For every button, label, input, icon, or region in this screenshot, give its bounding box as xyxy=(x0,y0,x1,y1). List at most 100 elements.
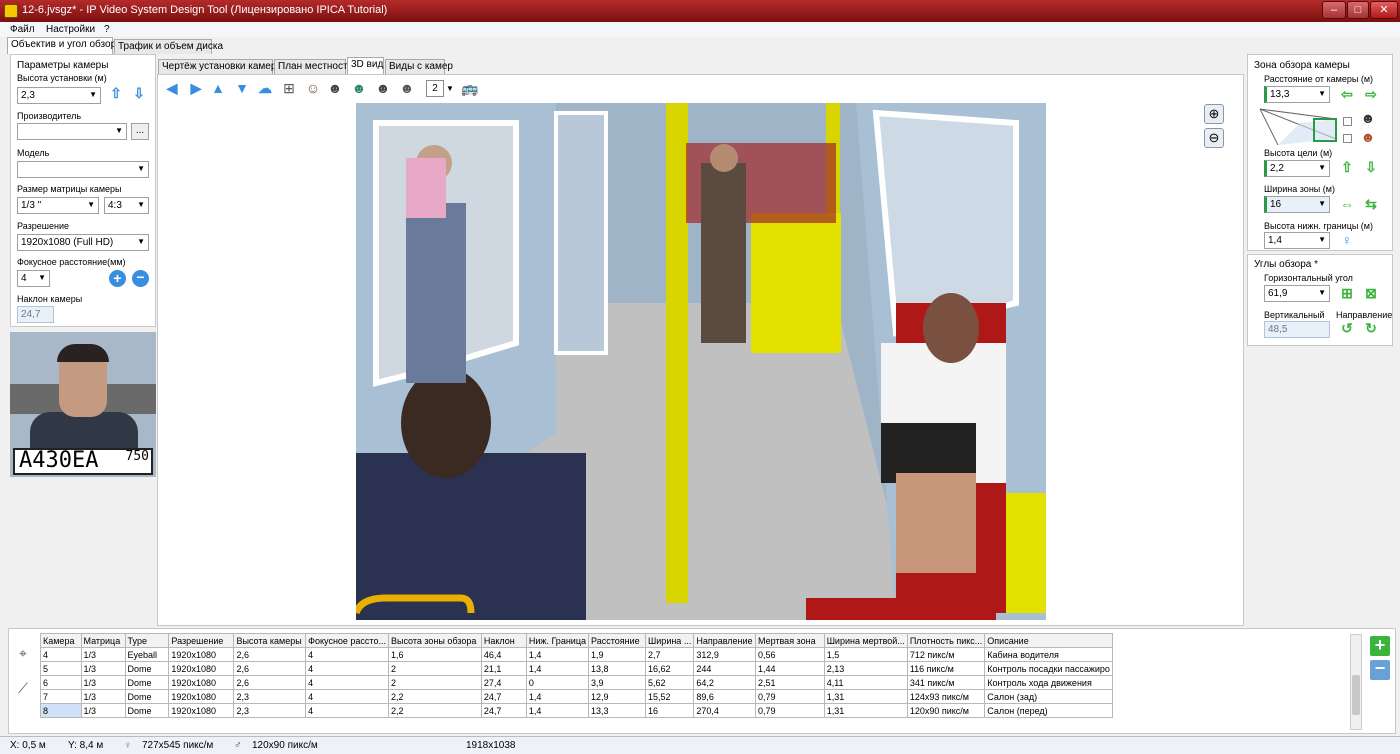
tab-3d-view[interactable]: 3D вид xyxy=(347,57,384,74)
table-cell[interactable]: Контроль хода движения xyxy=(984,675,1113,690)
table-cell[interactable]: 1,44 xyxy=(754,661,825,676)
zoom-in-focal-icon[interactable]: + xyxy=(109,270,126,287)
col-matrix[interactable]: Матрица xyxy=(80,633,126,648)
table-cell[interactable]: 16 xyxy=(645,703,695,718)
table-row[interactable]: 5 1/3 Dome 1920x1080 2,6 4 2 21,1 1,4 13,8 16,62 24… xyxy=(40,661,1113,676)
table-cell[interactable]: 1920x1080 xyxy=(168,703,235,718)
col-description[interactable]: Описание xyxy=(984,633,1113,648)
person-dark-icon[interactable]: ☻ xyxy=(326,80,344,96)
person-green-icon[interactable]: ☻ xyxy=(350,80,368,96)
view-count-select[interactable]: 2 xyxy=(426,80,444,97)
col-type[interactable]: Type xyxy=(124,633,170,648)
table-cell[interactable]: 0,79 xyxy=(754,689,825,704)
table-cell[interactable]: 21,1 xyxy=(480,661,527,676)
table-cell[interactable]: 341 пикс/м xyxy=(906,675,986,690)
resolution-select[interactable]: 1920x1080 (Full HD) ▼ xyxy=(17,234,149,251)
col-zone-height[interactable]: Высота зоны обзора xyxy=(387,633,482,648)
table-cell[interactable]: 2,51 xyxy=(754,675,825,690)
table-cell[interactable]: 1,4 xyxy=(525,689,589,704)
col-dead-zone[interactable]: Мертвая зона xyxy=(754,633,825,648)
person-gray-icon[interactable]: ☻ xyxy=(374,80,392,96)
table-cell[interactable]: 1,6 xyxy=(387,647,482,662)
rotate-left-icon[interactable]: ◀ xyxy=(164,80,180,96)
table-cell[interactable]: Салон (перед) xyxy=(984,703,1113,718)
table-cell[interactable]: Контроль посадки пассажиро xyxy=(984,661,1113,676)
table-cell[interactable]: 2,6 xyxy=(233,661,307,676)
distance-left-icon[interactable]: ⇦ xyxy=(1338,86,1356,102)
remove-camera-icon[interactable]: − xyxy=(1370,659,1390,680)
focal-select[interactable]: 4 ▼ xyxy=(17,270,50,287)
col-cam-height[interactable]: Высота камеры xyxy=(233,633,307,648)
table-row[interactable]: 7 1/3 Dome 1920x1080 2,3 4 2,2 24,7 1,4 12,9 15,52… xyxy=(40,689,1113,704)
table-cell[interactable]: 1920x1080 xyxy=(168,689,235,704)
minimize-button[interactable]: – xyxy=(1322,1,1346,19)
male-target-checkbox[interactable] xyxy=(1343,117,1352,126)
add-camera-icon[interactable]: + xyxy=(1370,636,1390,656)
close-button[interactable]: ✕ xyxy=(1370,1,1398,19)
table-cell[interactable]: 15,52 xyxy=(645,689,695,704)
table-cell[interactable]: 244 xyxy=(693,661,756,676)
table-cell[interactable]: 0 xyxy=(525,675,589,690)
distance-right-icon[interactable]: ⇨ xyxy=(1362,86,1380,102)
table-cell[interactable]: 2 xyxy=(387,661,482,676)
table-cell[interactable]: 2,6 xyxy=(233,647,307,662)
table-cell[interactable]: 1,4 xyxy=(525,661,589,676)
zoom-in-icon[interactable]: ⊕ xyxy=(1204,104,1224,124)
table-cell[interactable]: 46,4 xyxy=(480,647,527,662)
table-cell[interactable]: 24,7 xyxy=(480,703,527,718)
target-height-select[interactable]: 2,2 ▼ xyxy=(1264,160,1330,177)
table-row[interactable]: 4 1/3 Eyeball 1920x1080 2,6 4 1,6 46,4 1,4 1,9 2,7… xyxy=(40,647,1113,662)
camera-pole-icon[interactable]: ⟋ xyxy=(12,680,34,696)
table-cell[interactable]: 4 xyxy=(305,703,389,718)
table-cell[interactable]: Салон (зад) xyxy=(984,689,1113,704)
target-height-up-icon[interactable]: ⇧ xyxy=(1338,159,1356,175)
table-cell[interactable]: 13,3 xyxy=(587,703,647,718)
table-cell[interactable]: 0,56 xyxy=(754,647,825,662)
tab-camera-views[interactable]: Виды с камер xyxy=(385,59,453,74)
camera-mount-icon[interactable]: ⌖ xyxy=(12,645,34,661)
table-cell[interactable]: 1,9 xyxy=(587,647,647,662)
table-cell[interactable]: Eyeball xyxy=(124,647,170,662)
bus-view-icon[interactable]: 🚌 xyxy=(460,80,480,96)
table-cell[interactable]: 5 xyxy=(40,661,82,676)
hangle-select[interactable]: 61,9 ▼ xyxy=(1264,285,1330,302)
table-cell[interactable]: 24,7 xyxy=(480,689,527,704)
table-cell[interactable]: 1,4 xyxy=(525,703,589,718)
table-cell[interactable]: 116 пикс/м xyxy=(906,661,986,676)
table-cell[interactable]: Dome xyxy=(124,661,170,676)
col-distance[interactable]: Расстояние xyxy=(587,633,647,648)
person-silhouette-icon[interactable]: ☻ xyxy=(398,80,416,96)
table-cell[interactable]: 2,6 xyxy=(233,675,307,690)
table-cell[interactable]: 120x90 пикс/м xyxy=(906,703,986,718)
col-lower[interactable]: Ниж. Граница xyxy=(525,633,589,648)
table-cell[interactable]: 0,79 xyxy=(754,703,825,718)
table-cell[interactable]: 5,62 xyxy=(645,675,695,690)
zone-width-select[interactable]: 16 ▼ xyxy=(1264,196,1330,213)
fit-view-icon[interactable]: ⊞ xyxy=(280,80,298,96)
tab-lens-angle[interactable]: Объектив и угол обзора xyxy=(7,37,122,54)
table-cell[interactable]: 4 xyxy=(305,689,389,704)
table-cell[interactable]: 1920x1080 xyxy=(168,661,235,676)
table-cell[interactable]: 1/3 xyxy=(80,703,126,718)
table-scroll-thumb[interactable] xyxy=(1352,675,1360,715)
reset-view-icon[interactable]: ☁ xyxy=(256,80,274,96)
table-cell[interactable]: 1,5 xyxy=(823,647,908,662)
table-cell[interactable]: 1,31 xyxy=(823,689,908,704)
col-width[interactable]: Ширина ... xyxy=(645,633,695,648)
table-cell[interactable]: Dome xyxy=(124,703,170,718)
table-cell[interactable]: 4 xyxy=(305,647,389,662)
table-cell[interactable]: 1/3 xyxy=(80,647,126,662)
table-cell[interactable]: Кабина водителя xyxy=(984,647,1113,662)
rotate-cw-icon[interactable]: ↻ xyxy=(1362,320,1380,336)
zoom-out-icon[interactable]: ⊖ xyxy=(1204,128,1224,148)
col-density[interactable]: Плотность пикс... xyxy=(906,633,986,648)
height-up-icon[interactable]: ⇧ xyxy=(108,85,124,101)
model-select[interactable]: ▼ xyxy=(17,161,149,178)
hangle-narrow-icon[interactable]: ⊠ xyxy=(1362,285,1380,301)
rotate-right-icon[interactable]: ▶ xyxy=(188,80,204,96)
table-cell[interactable]: 6 xyxy=(40,675,82,690)
tilt-down-icon[interactable]: ▼ xyxy=(234,80,250,96)
height-select[interactable]: 2,3 ▼ xyxy=(17,87,101,104)
table-cell[interactable]: 2,3 xyxy=(233,703,307,718)
hangle-widen-icon[interactable]: ⊞ xyxy=(1338,285,1356,301)
